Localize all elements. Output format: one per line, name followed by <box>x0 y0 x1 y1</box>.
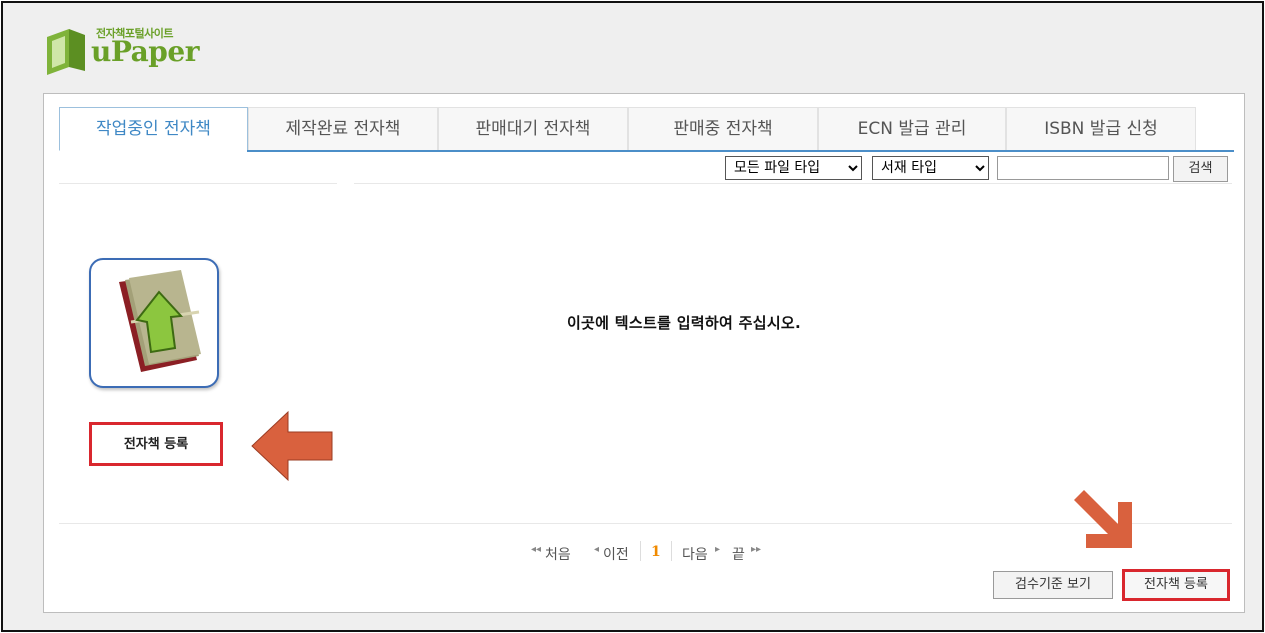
pager-separator <box>671 541 672 561</box>
window-frame: 전자책포털사이트 uPaper 작업중인 전자책 제작완료 전자책 판매대기 전… <box>1 1 1264 632</box>
logo[interactable]: 전자책포털사이트 uPaper <box>43 25 203 77</box>
register-ebook-button[interactable]: 전자책 등록 <box>1122 569 1230 601</box>
search-toolbar: 모든 파일 타입 서재 타입 검색 <box>44 156 1244 182</box>
book-upload-icon <box>119 270 201 372</box>
tab-pending-sale[interactable]: 판매대기 전자책 <box>438 107 628 151</box>
last-page-icon: ▸▸ <box>751 544 762 555</box>
tab-in-progress[interactable]: 작업중인 전자책 <box>59 107 248 151</box>
book-logo-icon <box>47 29 85 75</box>
divider-bottom <box>59 523 1232 524</box>
search-button[interactable]: 검색 <box>1173 156 1228 182</box>
divider-left <box>59 183 337 184</box>
register-ebook-label-button[interactable]: 전자책 등록 <box>89 422 223 466</box>
prev-page-link[interactable]: 이전 <box>603 544 629 564</box>
placeholder-text: 이곳에 텍스트를 입력하여 주십시오. <box>566 314 802 332</box>
tab-ecn[interactable]: ECN 발급 관리 <box>818 107 1006 151</box>
pointer-arrow-down-right-icon <box>1074 490 1132 548</box>
next-page-icon: ▸ <box>715 544 721 555</box>
upload-ebook-tile[interactable] <box>89 258 219 388</box>
logo-title: uPaper <box>91 35 199 68</box>
tab-on-sale[interactable]: 판매중 전자책 <box>628 107 818 151</box>
file-type-select[interactable]: 모든 파일 타입 <box>725 156 862 180</box>
tab-underline <box>247 150 1234 152</box>
next-page-link[interactable]: 다음 <box>682 544 708 564</box>
prev-page-icon: ◂ <box>594 544 600 555</box>
first-page-icon: ◂◂ <box>531 544 542 555</box>
first-page-link[interactable]: 처음 <box>545 544 571 564</box>
pointer-arrow-left-icon <box>251 410 333 482</box>
pager-separator <box>640 541 641 561</box>
divider-top <box>354 183 1232 184</box>
tab-completed[interactable]: 제작완료 전자책 <box>248 107 438 151</box>
content-panel: 작업중인 전자책 제작완료 전자책 판매대기 전자책 판매중 전자책 ECN 발… <box>43 93 1245 613</box>
current-page[interactable]: 1 <box>651 544 661 560</box>
tab-isbn[interactable]: ISBN 발급 신청 <box>1006 107 1196 151</box>
search-input[interactable] <box>997 156 1169 180</box>
last-page-link[interactable]: 끝 <box>732 544 745 564</box>
book-type-select[interactable]: 서재 타입 <box>872 156 989 180</box>
view-criteria-button[interactable]: 검수기준 보기 <box>993 571 1113 599</box>
